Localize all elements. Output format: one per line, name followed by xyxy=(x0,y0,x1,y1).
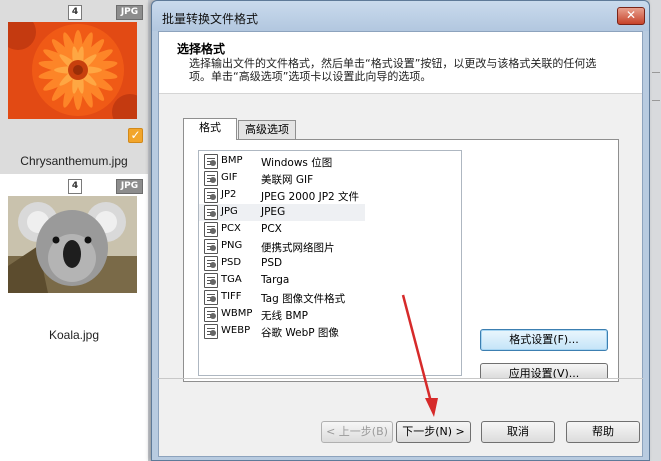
chrysanthemum-image xyxy=(8,22,137,119)
page-title: 选择格式 xyxy=(177,42,226,56)
format-item-tiff[interactable]: TIFF Tag 图像文件格式 xyxy=(199,289,365,306)
format-item-gif[interactable]: GIF 美联网 GIF xyxy=(199,170,365,187)
format-description: 便携式网络图片 xyxy=(261,242,335,254)
format-item-jp2[interactable]: JP2 JPEG 2000 JP2 文件 xyxy=(199,187,365,204)
dialog-title: 批量转换文件格式 xyxy=(162,12,259,26)
format-item-psd[interactable]: PSD PSD xyxy=(199,255,365,272)
image-file-icon xyxy=(204,171,218,186)
image-file-icon xyxy=(204,205,218,220)
format-item-bmp[interactable]: BMP Windows 位图 xyxy=(199,153,365,170)
next-button[interactable]: 下一步(N) > xyxy=(396,421,471,443)
format-code: GIF xyxy=(221,172,238,183)
page-description: 选择输出文件的文件格式，然后单击“格式设置”按钮，以更改与该格式关联的任何选项。… xyxy=(189,57,597,83)
batch-convert-dialog: 批量转换文件格式 ✕ 选择格式 选择输出文件的文件格式，然后单击“格式设置”按钮… xyxy=(151,0,650,461)
dialog-titlebar[interactable]: 批量转换文件格式 ✕ xyxy=(152,1,649,31)
format-code: PNG xyxy=(221,240,243,251)
thumbnail-panel: 4 JPG ✓ Chrysanthemum.jpg 4 JPG Koala.jp… xyxy=(0,0,148,461)
format-item-png[interactable]: PNG 便携式网络图片 xyxy=(199,238,365,255)
format-item-jpg[interactable]: JPG JPEG xyxy=(199,204,365,221)
image-file-icon xyxy=(204,154,218,169)
format-description: JPEG xyxy=(261,206,286,218)
image-file-icon xyxy=(204,256,218,271)
format-code: WBMP xyxy=(221,308,253,319)
format-code: JPG xyxy=(221,206,238,217)
image-file-icon xyxy=(204,188,218,203)
format-description: Windows 位图 xyxy=(261,157,333,169)
format-item-webp[interactable]: WEBP 谷歌 WebP 图像 xyxy=(199,323,365,340)
cancel-button[interactable]: 取消 xyxy=(481,421,555,443)
image-file-icon xyxy=(204,222,218,237)
image-file-icon xyxy=(204,324,218,339)
thumbnail-number-badge: 4 xyxy=(68,5,82,20)
format-code: PSD xyxy=(221,257,242,268)
format-item-tga[interactable]: TGA Targa xyxy=(199,272,365,289)
format-description: 无线 BMP xyxy=(261,310,308,322)
thumbnail-filename: Chrysanthemum.jpg xyxy=(20,154,128,168)
dialog-client-area: 选择格式 选择输出文件的文件格式，然后单击“格式设置”按钮，以更改与该格式关联的… xyxy=(158,31,643,457)
format-item-pcx[interactable]: PCX PCX xyxy=(199,221,365,238)
prev-button[interactable]: < 上一步(B) xyxy=(321,421,393,443)
close-button[interactable]: ✕ xyxy=(617,7,645,25)
format-list[interactable]: BMP Windows 位图 GIF 美联网 GIF JP2 JPEG 2000 JP2 … xyxy=(198,150,462,376)
thumbnail-number-badge: 4 xyxy=(68,179,82,194)
tab-advanced-options[interactable]: 高级选项 xyxy=(238,120,296,140)
image-file-icon xyxy=(204,307,218,322)
format-code: WEBP xyxy=(221,325,251,336)
format-description: JPEG 2000 JP2 文件 xyxy=(261,191,360,203)
format-code: TGA xyxy=(221,274,242,285)
tab-format[interactable]: 格式 xyxy=(183,118,237,140)
thumbnail-koala[interactable]: 4 JPG Koala.jpg xyxy=(0,174,148,348)
background-scrollbar xyxy=(650,0,661,461)
format-description: 谷歌 WebP 图像 xyxy=(261,327,339,339)
format-description: 美联网 GIF xyxy=(261,174,314,186)
koala-image xyxy=(8,196,137,293)
file-type-badge: JPG xyxy=(116,179,143,194)
format-description: PSD xyxy=(261,257,283,269)
separator xyxy=(158,378,643,379)
format-code: JP2 xyxy=(221,189,237,200)
format-code: PCX xyxy=(221,223,241,234)
format-description: PCX xyxy=(261,223,282,235)
thumbnail-chrysanthemum[interactable]: 4 JPG ✓ Chrysanthemum.jpg xyxy=(0,0,148,174)
image-file-icon xyxy=(204,290,218,305)
file-type-badge: JPG xyxy=(116,5,143,20)
image-file-icon xyxy=(204,273,218,288)
image-file-icon xyxy=(204,239,218,254)
format-description: Tag 图像文件格式 xyxy=(261,293,346,305)
format-item-wbmp[interactable]: WBMP 无线 BMP xyxy=(199,306,365,323)
format-description: Targa xyxy=(261,274,290,286)
format-settings-button[interactable]: 格式设置(F)... xyxy=(480,329,608,351)
checkmark-icon[interactable]: ✓ xyxy=(128,128,143,143)
format-code: TIFF xyxy=(221,291,242,302)
format-code: BMP xyxy=(221,155,243,166)
help-button[interactable]: 帮助 xyxy=(566,421,640,443)
apply-settings-button[interactable]: 应用设置(V)... xyxy=(480,363,608,378)
thumbnail-filename: Koala.jpg xyxy=(48,328,100,342)
wizard-header: 选择格式 选择输出文件的文件格式，然后单击“格式设置”按钮，以更改与该格式关联的… xyxy=(159,32,642,94)
